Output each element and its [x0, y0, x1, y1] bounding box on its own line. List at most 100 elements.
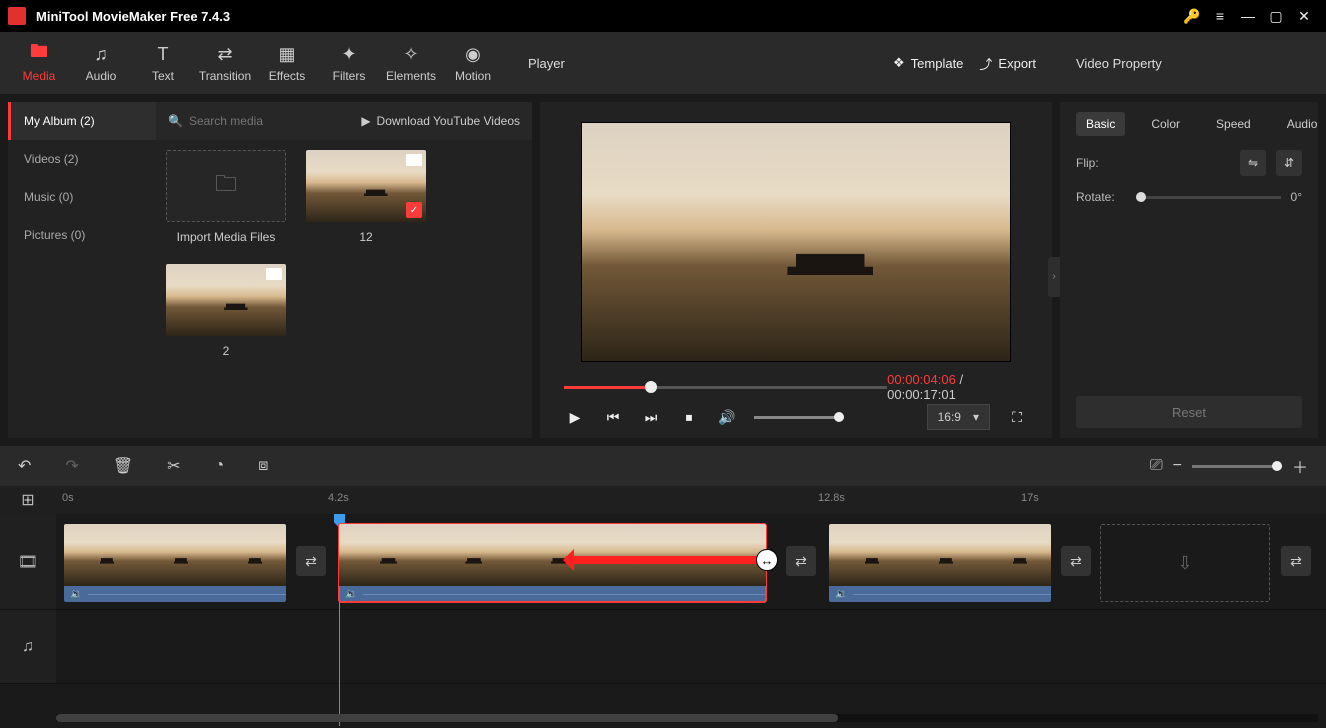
- prop-tab-speed[interactable]: Speed: [1206, 112, 1261, 136]
- delete-button[interactable]: 🗑: [113, 456, 133, 476]
- timeline-clip[interactable]: 🔉: [64, 524, 286, 602]
- ruler-mark: 0s: [62, 492, 74, 504]
- transition-slot[interactable]: ⇄: [296, 546, 326, 576]
- prop-tab-basic[interactable]: Basic: [1076, 112, 1125, 136]
- tab-transition[interactable]: ⇄Transition: [194, 32, 256, 94]
- panel-collapse-button[interactable]: ›: [1048, 257, 1060, 297]
- titlebar: MiniTool MovieMaker Free 7.4.3 🔑 ≡ — ▢ ✕: [0, 0, 1326, 32]
- filters-icon: ✦: [341, 43, 356, 65]
- audio-track: ♫: [0, 610, 1326, 684]
- import-media-button[interactable]: 🗀 Import Media Files: [166, 150, 286, 244]
- media-sidebar: My Album (2) Videos (2) Music (0) Pictur…: [8, 102, 156, 438]
- transition-slot[interactable]: ⇄: [1061, 546, 1091, 576]
- tab-audio[interactable]: ♫Audio: [70, 32, 132, 94]
- template-button[interactable]: ❖Template: [893, 55, 963, 71]
- next-frame-button[interactable]: ⏭: [640, 406, 662, 428]
- audio-track-body[interactable]: [56, 610, 1326, 683]
- media-grid: 🗀 Import Media Files ✓ 12: [156, 140, 532, 438]
- prop-tab-color[interactable]: Color: [1141, 112, 1190, 136]
- prev-frame-button[interactable]: ⏮: [602, 406, 624, 428]
- timeline-toolbar: ↶ ↷ 🗑 ✂ ◔ ⧈ ⎚ − ＋: [0, 446, 1326, 486]
- export-button[interactable]: ⤴Export: [979, 54, 1036, 73]
- flip-vertical-button[interactable]: ⇵: [1276, 150, 1302, 176]
- split-button[interactable]: ✂: [167, 456, 180, 476]
- transition-slot[interactable]: ⇄: [786, 546, 816, 576]
- sidebar-item-videos[interactable]: Videos (2): [8, 140, 156, 178]
- prop-tab-audio[interactable]: Audio: [1277, 112, 1326, 136]
- fullscreen-button[interactable]: ⛶: [1006, 406, 1028, 428]
- minimize-button[interactable]: —: [1234, 2, 1262, 30]
- speed-button[interactable]: ◔: [215, 457, 225, 475]
- speaker-icon: 🔉: [835, 589, 847, 600]
- zoom-out-button[interactable]: −: [1173, 457, 1182, 475]
- volume-slider[interactable]: [754, 416, 844, 419]
- zoom-handle[interactable]: [1272, 461, 1282, 471]
- export-icon: ⤴: [979, 54, 992, 73]
- upgrade-key-icon[interactable]: 🔑: [1178, 2, 1206, 30]
- video-track-icon[interactable]: 🎞: [0, 514, 56, 609]
- tab-motion[interactable]: ◉Motion: [442, 32, 504, 94]
- aspect-ratio-select[interactable]: 16:9 ▾: [927, 404, 990, 430]
- tab-elements[interactable]: ✧Elements: [380, 32, 442, 94]
- transition-slot[interactable]: ⇄: [1281, 546, 1311, 576]
- tab-filters[interactable]: ✦Filters: [318, 32, 380, 94]
- download-youtube-button[interactable]: ▶ Download YouTube Videos: [361, 114, 520, 128]
- annotation-arrow: [566, 556, 766, 564]
- reset-button[interactable]: Reset: [1076, 396, 1302, 428]
- top-toolbar: 🖿Media ♫Audio TText ⇄Transition ▦Effects…: [0, 32, 1326, 94]
- video-track: 🎞 🔉 ⇄ 8.6s 🔉 ⇄ 🔉 ⇄ ⇩ ⇄ ↔: [0, 514, 1326, 610]
- add-track-button[interactable]: ⊞: [0, 486, 56, 514]
- media-panel: My Album (2) Videos (2) Music (0) Pictur…: [8, 102, 532, 438]
- maximize-button[interactable]: ▢: [1262, 2, 1290, 30]
- zoom-slider[interactable]: [1192, 465, 1282, 468]
- speaker-icon: 🔉: [345, 589, 357, 600]
- time-display: 00:00:04:06 / 00:00:17:01: [887, 372, 1028, 402]
- template-icon: ❖: [893, 55, 905, 71]
- preview-screen[interactable]: [581, 122, 1011, 362]
- video-track-body[interactable]: 🔉 ⇄ 8.6s 🔉 ⇄ 🔉 ⇄ ⇩ ⇄ ↔: [56, 514, 1326, 609]
- tab-text[interactable]: TText: [132, 32, 194, 94]
- seek-bar[interactable]: 00:00:04:06 / 00:00:17:01: [564, 380, 1028, 394]
- crop-button[interactable]: ⧈: [258, 457, 268, 475]
- text-icon: T: [158, 43, 169, 65]
- clip-dropzone[interactable]: ⇩: [1100, 524, 1270, 602]
- zoom-in-button[interactable]: ＋: [1292, 454, 1308, 478]
- timeline-scrollbar[interactable]: [56, 714, 1318, 722]
- rotate-handle[interactable]: [1136, 192, 1146, 202]
- redo-button[interactable]: ↷: [65, 456, 78, 476]
- rotate-slider[interactable]: [1136, 196, 1281, 199]
- timeline-tracks: 🎞 🔉 ⇄ 8.6s 🔉 ⇄ 🔉 ⇄ ⇩ ⇄ ↔: [0, 514, 1326, 726]
- tab-effects[interactable]: ▦Effects: [256, 32, 318, 94]
- close-button[interactable]: ✕: [1290, 2, 1318, 30]
- sidebar-item-music[interactable]: Music (0): [8, 178, 156, 216]
- youtube-icon: ▶: [361, 114, 370, 128]
- volume-handle[interactable]: [834, 412, 844, 422]
- scrollbar-thumb[interactable]: [56, 714, 838, 722]
- timeline-clip[interactable]: 🔉: [829, 524, 1051, 602]
- seek-track[interactable]: [564, 386, 887, 389]
- ruler-marks[interactable]: 0s 4.2s 12.8s 17s: [56, 486, 1326, 514]
- timeline-ruler[interactable]: ⊞ 0s 4.2s 12.8s 17s: [0, 486, 1326, 514]
- fit-button[interactable]: ⎚: [1150, 457, 1163, 475]
- media-item[interactable]: 2: [166, 264, 286, 358]
- search-input[interactable]: [189, 114, 349, 128]
- stop-button[interactable]: ⏹: [678, 406, 700, 428]
- menu-icon[interactable]: ≡: [1206, 2, 1234, 30]
- seek-handle[interactable]: [645, 381, 657, 393]
- media-item[interactable]: ✓ 12: [306, 150, 426, 244]
- sidebar-item-pictures[interactable]: Pictures (0): [8, 216, 156, 254]
- video-badge-icon: [406, 154, 422, 166]
- search-box[interactable]: 🔍: [168, 114, 349, 128]
- undo-button[interactable]: ↶: [18, 456, 31, 476]
- app-title: MiniTool MovieMaker Free 7.4.3: [36, 9, 1178, 24]
- play-button[interactable]: ▶: [564, 406, 586, 428]
- player-label: Player: [528, 56, 877, 71]
- folder-open-icon: 🗀: [166, 150, 286, 222]
- ruler-mark: 12.8s: [818, 492, 845, 504]
- flip-horizontal-button[interactable]: ⇋: [1240, 150, 1266, 176]
- player-controls: ▶ ⏮ ⏭ ⏹ 🔊 16:9 ▾ ⛶: [564, 404, 1028, 430]
- volume-icon[interactable]: 🔊: [716, 406, 738, 428]
- audio-track-icon[interactable]: ♫: [0, 610, 56, 683]
- sidebar-item-my-album[interactable]: My Album (2): [8, 102, 156, 140]
- tab-media[interactable]: 🖿Media: [8, 32, 70, 94]
